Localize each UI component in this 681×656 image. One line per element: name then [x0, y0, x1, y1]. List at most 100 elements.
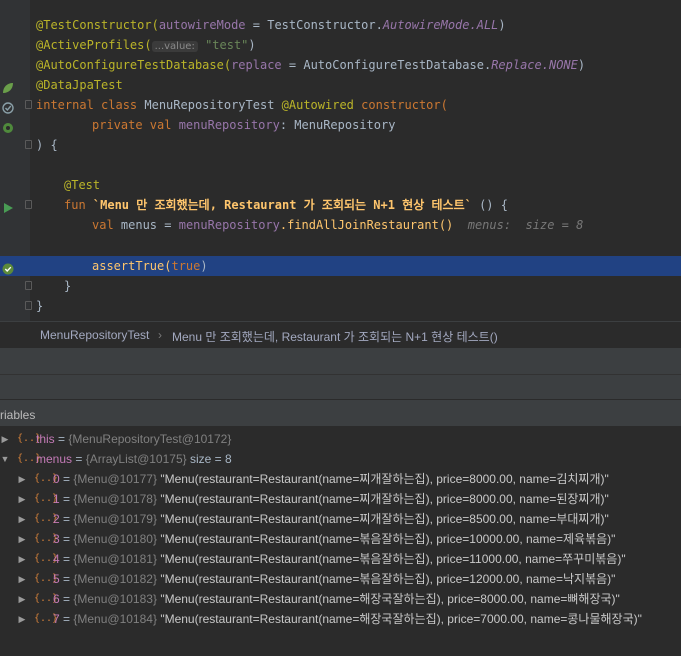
collapse-arrow-icon[interactable]: ▼: [0, 449, 10, 469]
method-call: .findAllJoinRestaurant(): [279, 218, 454, 232]
keyword: internal class: [36, 98, 145, 112]
spring-bean-icon[interactable]: [2, 119, 14, 133]
breadcrumb-class[interactable]: MenuRepositoryTest: [40, 328, 149, 342]
object-icon: {..}: [34, 573, 59, 584]
expand-arrow-icon[interactable]: ▶: [17, 509, 27, 529]
item-value: "Menu(restaurant=Restaurant(name=찌개잘하는집)…: [160, 492, 609, 506]
item-index: 7: [53, 612, 60, 626]
breadcrumb-method[interactable]: Menu 만 조회했는데, Restaurant 가 조회되는 N+1 현상 테…: [172, 328, 498, 345]
equals: =: [281, 58, 304, 72]
item-index: 5: [53, 572, 60, 586]
object-icon: {..}: [34, 593, 59, 604]
object-icon: {..}: [34, 613, 59, 624]
object-icon: {..}: [34, 553, 59, 564]
item-type: {Menu@10182}: [73, 572, 157, 586]
param-name: replace: [231, 58, 282, 72]
run-test-icon[interactable]: [2, 199, 14, 213]
item-type: {Menu@10180}: [73, 532, 157, 546]
variables-panel[interactable]: ▶ {..} this = {MenuRepositoryTest@10172}…: [0, 426, 681, 656]
debug-toolbar: [0, 348, 681, 374]
property-name: menuRepository: [178, 118, 280, 132]
item-value: "Menu(restaurant=Restaurant(name=볶음잘하는집)…: [160, 532, 616, 546]
variable-row-menus[interactable]: ▼ {..} menus = {ArrayList@10175} size = …: [0, 449, 681, 469]
code-line-9[interactable]: fun `Menu 만 조회했는데, Restaurant 가 조회되는 N+1…: [0, 195, 681, 215]
paren: ): [200, 259, 208, 273]
code-line-10[interactable]: val menus = menuRepository.findAllJoinRe…: [0, 215, 681, 235]
item-value: "Menu(restaurant=Restaurant(name=찌개잘하는집)…: [160, 512, 609, 526]
keyword: private val: [92, 118, 179, 132]
code-line-8[interactable]: @Test: [0, 175, 681, 195]
code-line-6[interactable]: private val menuRepository: MenuReposito…: [0, 115, 681, 135]
expand-arrow-icon[interactable]: ▶: [17, 489, 27, 509]
fold-marker[interactable]: [25, 200, 32, 209]
code-line-4[interactable]: @DataJpaTest: [0, 75, 681, 95]
item-index: 0: [53, 472, 60, 486]
expand-arrow-icon[interactable]: ▶: [0, 429, 10, 449]
annotation: @TestConstructor(: [36, 18, 159, 32]
paren: ): [248, 38, 256, 52]
list-item[interactable]: ▶ {..} 7 = {Menu@10184} "Menu(restaurant…: [0, 609, 681, 629]
object-icon: {..}: [17, 433, 42, 444]
variable-type: {MenuRepositoryTest@10172}: [68, 432, 232, 446]
inline-debug-value: menus: size = 8: [467, 218, 584, 232]
code-line-1[interactable]: @TestConstructor(autowireMode = TestCons…: [0, 15, 681, 35]
expand-arrow-icon[interactable]: ▶: [17, 529, 27, 549]
paren: ): [498, 18, 506, 32]
item-type: {Menu@10183}: [73, 592, 157, 606]
fold-marker[interactable]: [25, 281, 32, 290]
code-line-5[interactable]: internal class MenuRepositoryTest @Autow…: [0, 95, 681, 115]
list-item[interactable]: ▶ {..} 3 = {Menu@10180} "Menu(restaurant…: [0, 529, 681, 549]
fold-marker[interactable]: [25, 100, 32, 109]
code-text: }: [36, 299, 44, 313]
list-item[interactable]: ▶ {..} 5 = {Menu@10182} "Menu(restaurant…: [0, 569, 681, 589]
item-value: "Menu(restaurant=Restaurant(name=볶음잘하는집)…: [160, 552, 626, 566]
code-line-2[interactable]: @ActiveProfiles(...value: "test"): [0, 35, 681, 55]
list-item[interactable]: ▶ {..} 2 = {Menu@10179} "Menu(restaurant…: [0, 509, 681, 529]
code-line-13[interactable]: }: [0, 296, 681, 316]
variable-size: size = 8: [186, 452, 232, 466]
test-passed-icon[interactable]: [2, 99, 14, 114]
item-index: 1: [53, 492, 60, 506]
item-type: {Menu@10177}: [73, 472, 157, 486]
fold-marker[interactable]: [25, 301, 32, 310]
item-type: {Menu@10181}: [73, 552, 157, 566]
keyword: fun: [64, 198, 93, 212]
spring-leaf-icon[interactable]: [2, 79, 14, 93]
equals: =: [72, 452, 86, 466]
item-index: 3: [53, 532, 60, 546]
keyword: constructor(: [361, 98, 448, 112]
list-item[interactable]: ▶ {..} 6 = {Menu@10183} "Menu(restaurant…: [0, 589, 681, 609]
expand-arrow-icon[interactable]: ▶: [17, 569, 27, 589]
code-line-3[interactable]: @AutoConfigureTestDatabase(replace = Aut…: [0, 55, 681, 75]
expand-arrow-icon[interactable]: ▶: [17, 469, 27, 489]
code-line-7[interactable]: ) {: [0, 135, 681, 155]
variable-row-this[interactable]: ▶ {..} this = {MenuRepositoryTest@10172}: [0, 429, 681, 449]
type-ref: : MenuRepository: [279, 118, 396, 132]
class-ref: AutoConfigureTestDatabase.: [303, 58, 492, 72]
item-index: 6: [53, 592, 60, 606]
item-value: "Menu(restaurant=Restaurant(name=해장국잘하는집…: [160, 612, 642, 626]
breadcrumb: MenuRepositoryTest › Menu 만 조회했는데, Resta…: [0, 321, 681, 348]
current-execution-line[interactable]: assertTrue(true): [0, 256, 681, 276]
expand-arrow-icon[interactable]: ▶: [17, 549, 27, 569]
item-value: "Menu(restaurant=Restaurant(name=찌개잘하는집)…: [160, 472, 609, 486]
list-item[interactable]: ▶ {..} 1 = {Menu@10178} "Menu(restaurant…: [0, 489, 681, 509]
paren: ): [577, 58, 586, 72]
breadcrumb-separator: ›: [158, 328, 162, 342]
list-item[interactable]: ▶ {..} 0 = {Menu@10177} "Menu(restaurant…: [0, 469, 681, 489]
annotation: @Test: [64, 178, 101, 192]
expand-arrow-icon[interactable]: ▶: [17, 589, 27, 609]
item-index: 2: [53, 512, 60, 526]
test-passed-icon[interactable]: [2, 260, 14, 275]
fold-marker[interactable]: [25, 140, 32, 149]
code-line-12[interactable]: }: [0, 276, 681, 296]
code-editor[interactable]: @TestConstructor(autowireMode = TestCons…: [0, 0, 681, 321]
item-value: "Menu(restaurant=Restaurant(name=볶음잘하는집)…: [160, 572, 616, 586]
class-ref: TestConstructor.: [267, 18, 383, 32]
equals: =: [245, 18, 268, 32]
variable-name: menus: [36, 452, 73, 466]
expand-arrow-icon[interactable]: ▶: [17, 609, 27, 629]
item-type: {Menu@10179}: [73, 512, 157, 526]
function-name: `Menu 만 조회했는데, Restaurant 가 조회되는 N+1 현상 …: [92, 198, 472, 212]
list-item[interactable]: ▶ {..} 4 = {Menu@10181} "Menu(restaurant…: [0, 549, 681, 569]
